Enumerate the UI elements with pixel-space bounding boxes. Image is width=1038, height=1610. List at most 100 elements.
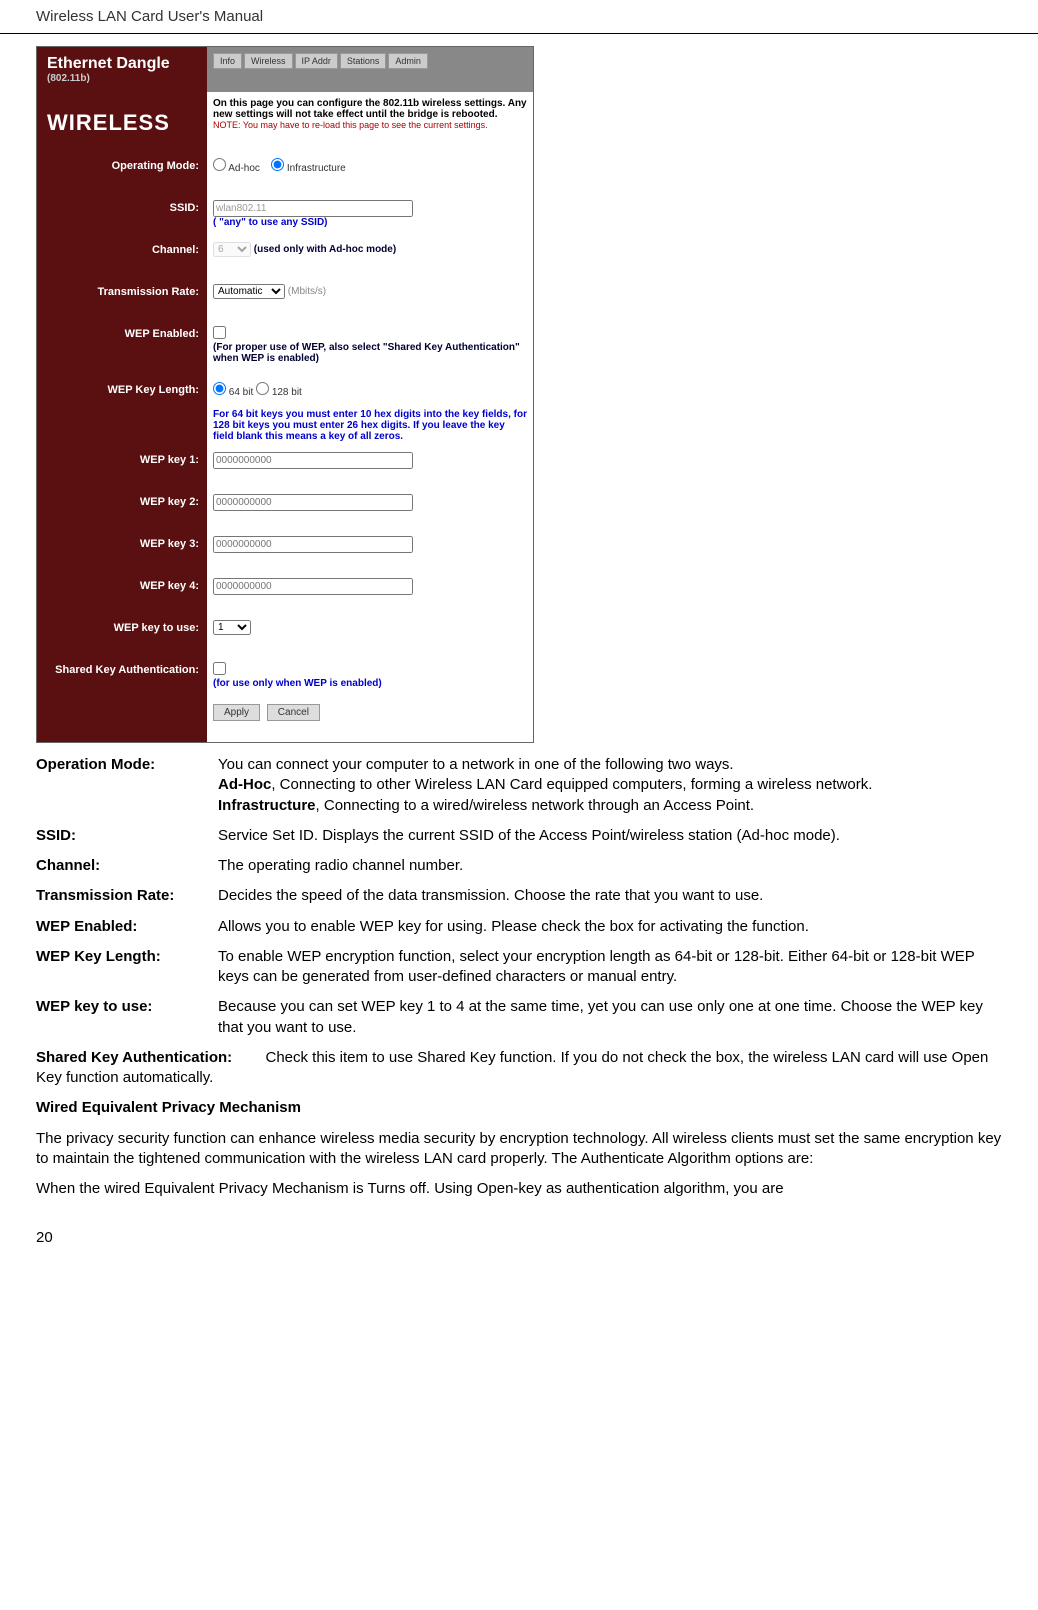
hint-ssid: ( "any" to use any SSID) (213, 217, 328, 228)
checkbox-wep-enabled[interactable] (213, 326, 226, 339)
radio-infra[interactable] (271, 158, 284, 171)
select-channel[interactable]: 6 (213, 242, 251, 257)
infra-text: , Connecting to a wired/wireless network… (316, 797, 755, 814)
opt-infra: Infrastructure (287, 163, 346, 174)
tab-area: Info Wireless IP Addr Stations Admin (207, 47, 533, 92)
def-wep-key-length: WEP Key Length: To enable WEP encryption… (36, 947, 1002, 988)
label-shared-key: Shared Key Authentication: (37, 658, 207, 700)
checkbox-shared-key[interactable] (213, 662, 226, 675)
label-wep-key-1: WEP key 1: (37, 448, 207, 490)
tabs: Info Wireless IP Addr Stations Admin (213, 53, 527, 69)
def-text-operation-mode: You can connect your computer to a netwo… (218, 755, 1002, 816)
def-shared-key: Shared Key Authentication: Check this it… (36, 1048, 1002, 1089)
field-trans-rate: Automatic (Mbits/s) (207, 280, 533, 322)
field-wep-key-1 (207, 448, 533, 490)
input-ssid[interactable] (213, 200, 413, 217)
device-name-block: Ethernet Dangle (802.11b) (37, 47, 207, 92)
intro-text: On this page you can configure the 802.1… (213, 98, 527, 120)
device-name: Ethernet Dangle (47, 55, 197, 73)
doc-title: Wireless LAN Card User's Manual (36, 8, 263, 25)
field-channel: 6 (used only with Ad-hoc mode) (207, 238, 533, 280)
unit-trans-rate: (Mbits/s) (288, 286, 326, 297)
def-text-channel: The operating radio channel number. (218, 856, 1002, 876)
row-wep-enabled: WEP Enabled: (For proper use of WEP, als… (37, 322, 533, 378)
label-ssid: SSID: (37, 196, 207, 238)
definitions: Operation Mode: You can connect your com… (36, 755, 1002, 1199)
hint-channel: (used only with Ad-hoc mode) (254, 244, 396, 255)
intro-text-block: On this page you can configure the 802.1… (207, 92, 533, 154)
label-wep-key-4: WEP key 4: (37, 574, 207, 616)
def-channel: Channel: The operating radio channel num… (36, 856, 1002, 876)
def-trans-rate: Transmission Rate: Decides the speed of … (36, 886, 1002, 906)
def-label-trans-rate: Transmission Rate: (36, 886, 218, 906)
wep-mechanism-p2: When the wired Equivalent Privacy Mechan… (36, 1179, 1002, 1199)
def-wep-enabled: WEP Enabled: Allows you to enable WEP ke… (36, 917, 1002, 937)
op-mode-line1: You can connect your computer to a netwo… (218, 756, 734, 773)
page-content: Ethernet Dangle (802.11b) Info Wireless … (0, 34, 1038, 1221)
def-operation-mode: Operation Mode: You can connect your com… (36, 755, 1002, 816)
radio-64bit[interactable] (213, 382, 226, 395)
field-ssid: ( "any" to use any SSID) (207, 196, 533, 238)
select-trans-rate[interactable]: Automatic (213, 284, 285, 299)
field-wep-key-4 (207, 574, 533, 616)
opt-adhoc: Ad-hoc (228, 163, 260, 174)
input-wep-key-1[interactable] (213, 452, 413, 469)
field-wep-enabled: (For proper use of WEP, also select "Sha… (207, 322, 533, 378)
radio-adhoc[interactable] (213, 158, 226, 171)
label-wep-key-length: WEP Key Length: (37, 378, 207, 448)
def-wep-key-use: WEP key to use: Because you can set WEP … (36, 997, 1002, 1038)
section-title: WIRELESS (37, 92, 207, 154)
def-label-ssid: SSID: (36, 826, 218, 846)
input-wep-key-4[interactable] (213, 578, 413, 595)
def-text-ssid: Service Set ID. Displays the current SSI… (218, 826, 1002, 846)
def-label-wep-enabled: WEP Enabled: (36, 917, 218, 937)
infra-label: Infrastructure (218, 797, 316, 814)
label-wep-key-2: WEP key 2: (37, 490, 207, 532)
ss-header: Ethernet Dangle (802.11b) Info Wireless … (37, 47, 533, 92)
field-wep-key-3 (207, 532, 533, 574)
def-ssid: SSID: Service Set ID. Displays the curre… (36, 826, 1002, 846)
def-label-wep-key-use: WEP key to use: (36, 997, 218, 1038)
device-sub: (802.11b) (47, 73, 197, 84)
page-number: 20 (0, 1221, 1038, 1254)
input-wep-key-2[interactable] (213, 494, 413, 511)
hint-wep-enabled: (For proper use of WEP, also select "Sha… (213, 342, 520, 364)
def-label-operation-mode: Operation Mode: (36, 755, 218, 816)
opt-128bit: 128 bit (272, 387, 302, 398)
tab-ipaddr[interactable]: IP Addr (295, 53, 338, 69)
wep-mechanism-p1: The privacy security function can enhanc… (36, 1129, 1002, 1170)
cancel-button[interactable]: Cancel (267, 704, 320, 721)
select-wep-key-use[interactable]: 1 (213, 620, 251, 635)
field-wep-key-length: 64 bit 128 bit For 64 bit keys you must … (207, 378, 533, 448)
label-channel: Channel: (37, 238, 207, 280)
tab-info[interactable]: Info (213, 53, 242, 69)
field-wep-key-use: 1 (207, 616, 533, 658)
hint-wep-key-length: For 64 bit keys you must enter 10 hex di… (213, 409, 527, 442)
def-text-trans-rate: Decides the speed of the data transmissi… (218, 886, 1002, 906)
config-screenshot: Ethernet Dangle (802.11b) Info Wireless … (36, 46, 534, 743)
row-shared-key: Shared Key Authentication: (for use only… (37, 658, 533, 700)
label-operating-mode: Operating Mode: (37, 154, 207, 196)
row-buttons: Apply Cancel (37, 700, 533, 742)
row-trans-rate: Transmission Rate: Automatic (Mbits/s) (37, 280, 533, 322)
def-label-channel: Channel: (36, 856, 218, 876)
field-buttons: Apply Cancel (207, 700, 533, 742)
def-label-shared-key: Shared Key Authentication: (36, 1049, 232, 1066)
row-wep-key-3: WEP key 3: (37, 532, 533, 574)
tab-admin[interactable]: Admin (388, 53, 428, 69)
label-trans-rate: Transmission Rate: (37, 280, 207, 322)
radio-128bit[interactable] (256, 382, 269, 395)
ss-intro: WIRELESS On this page you can configure … (37, 92, 533, 154)
label-wep-enabled: WEP Enabled: (37, 322, 207, 378)
row-wep-key-2: WEP key 2: (37, 490, 533, 532)
tab-stations[interactable]: Stations (340, 53, 387, 69)
wep-mechanism-heading: Wired Equivalent Privacy Mechanism (36, 1098, 1002, 1118)
def-text-wep-enabled: Allows you to enable WEP key for using. … (218, 917, 1002, 937)
intro-note: NOTE: You may have to re-load this page … (213, 120, 527, 130)
hint-shared-key: (for use only when WEP is enabled) (213, 678, 382, 689)
apply-button[interactable]: Apply (213, 704, 260, 721)
row-ssid: SSID: ( "any" to use any SSID) (37, 196, 533, 238)
label-buttons (37, 700, 207, 742)
tab-wireless[interactable]: Wireless (244, 53, 293, 69)
input-wep-key-3[interactable] (213, 536, 413, 553)
